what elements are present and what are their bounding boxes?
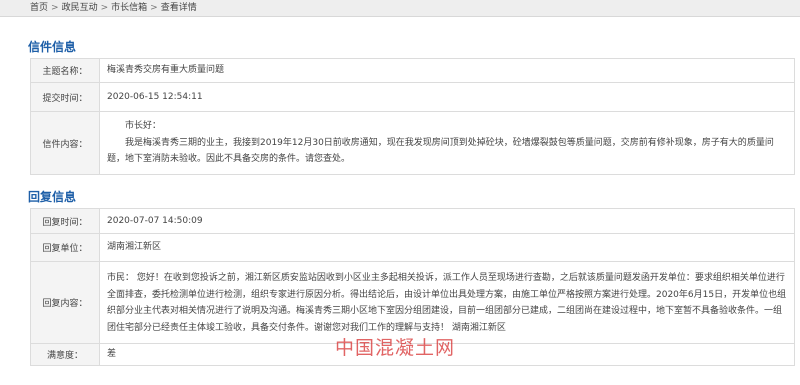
reply-unit-row: 回复单位： 湖南湘江新区 [30,233,795,262]
reply-content-row: 回复内容： 市民： 您好！在收到您投诉之前，湘江新区质安监站因收到小区业主多起相… [30,261,795,344]
letter-info-table: 主题名称： 梅溪青秀交房有重大质量问题 提交时间： 2020-06-15 12:… [30,58,795,175]
breadcrumb-current: 查看详情 [160,3,197,13]
reply-body: 市民： 您好！在收到您投诉之前，湘江新区质安监站因收到小区业主多起相关投诉，派工… [107,273,787,333]
reply-time-row: 回复时间： 2020-07-07 14:50:09 [30,208,795,234]
submit-time-label: 提交时间： [30,82,100,112]
letter-subject-row: 主题名称： 梅溪青秀交房有重大质量问题 [30,58,795,83]
reply-time-value: 2020-07-07 14:50:09 [99,208,795,234]
satisfaction-label: 满意度： [30,343,100,366]
subject-value: 梅溪青秀交房有重大质量问题 [99,58,795,83]
reply-content-label: 回复内容： [30,261,100,344]
reply-section-title: 回复信息 [28,190,77,204]
submit-time-value: 2020-06-15 12:54:11 [99,82,795,112]
breadcrumb-mayor-mailbox[interactable]: 市长信箱 [111,3,147,13]
breadcrumb-separator: > [150,3,158,13]
breadcrumb: 首页 > 政民互动 > 市长信箱 > 查看详情 [0,0,800,17]
reply-unit-label: 回复单位： [30,233,100,262]
subject-label: 主题名称： [30,58,100,83]
reply-content-value: 市民： 您好！在收到您投诉之前，湘江新区质安监站因收到小区业主多起相关投诉，派工… [99,261,795,344]
breadcrumb-separator: > [51,3,59,13]
letter-greeting: 市长好： [125,121,162,132]
letter-body: 我是梅溪青秀三期的业主，我接到2019年12月30日前收房通知，现在我发现房间顶… [107,137,774,165]
letter-section-title: 信件信息 [28,40,77,54]
reply-time-label: 回复时间： [30,208,100,234]
letter-content-label: 信件内容： [30,111,100,175]
breadcrumb-gov-interaction[interactable]: 政民互动 [62,3,98,13]
letter-content-value: 市长好： 我是梅溪青秀三期的业主，我接到2019年12月30日前收房通知，现在我… [99,111,795,175]
watermark: 中国混凝土网 [335,337,456,359]
breadcrumb-separator: > [100,3,109,13]
letter-time-row: 提交时间： 2020-06-15 12:54:11 [30,82,795,112]
reply-unit-value: 湖南湘江新区 [99,233,795,262]
breadcrumb-home[interactable]: 首页 [30,3,48,13]
letter-content-row: 信件内容： 市长好： 我是梅溪青秀三期的业主，我接到2019年12月30日前收房… [30,111,795,175]
